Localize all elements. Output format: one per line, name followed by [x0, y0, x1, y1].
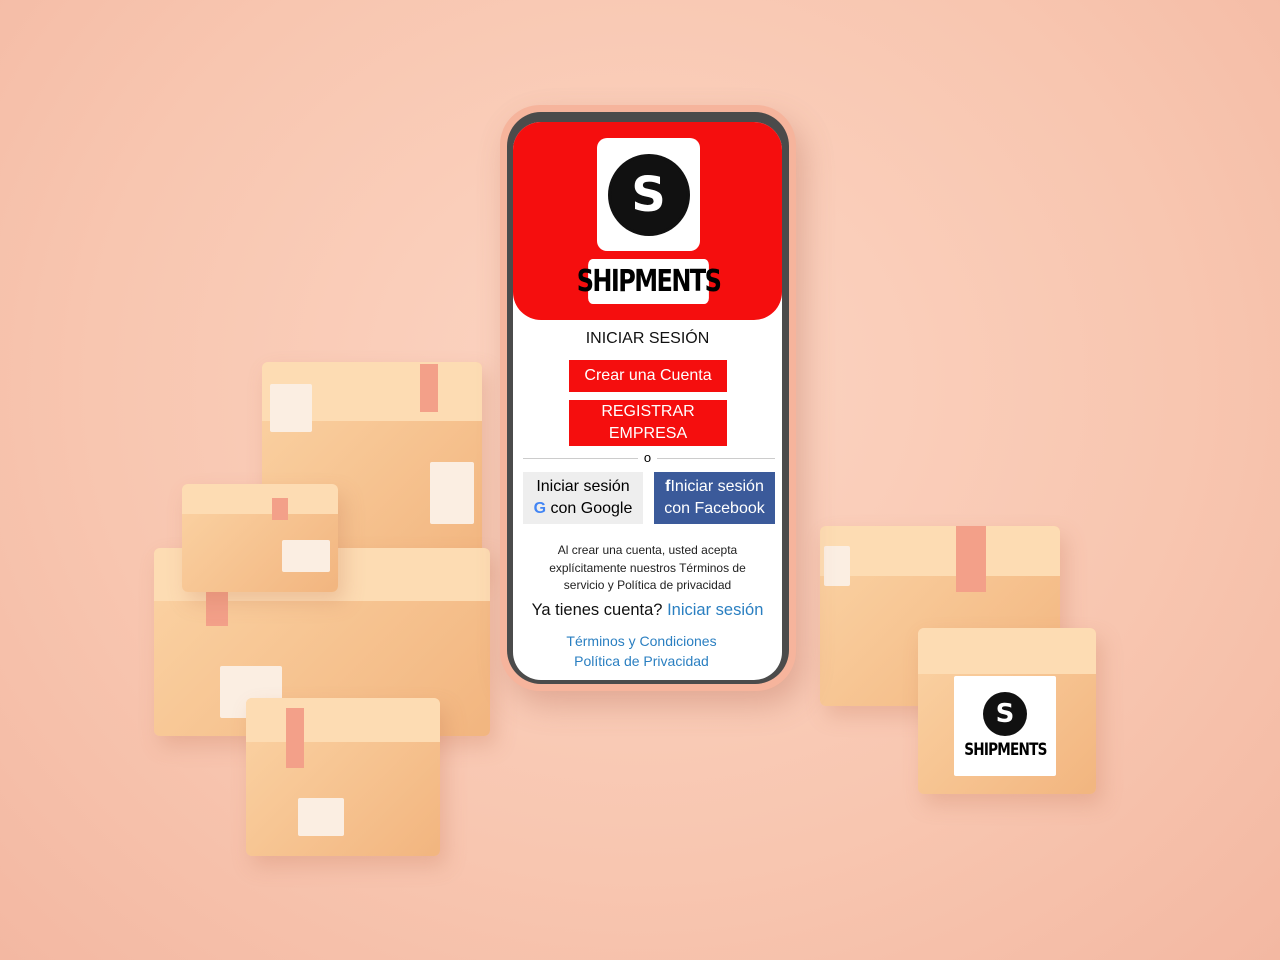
- sign-in-link[interactable]: Iniciar sesión: [667, 601, 763, 619]
- app-logo: S: [597, 138, 700, 251]
- create-account-button[interactable]: Crear una Cuenta: [569, 360, 727, 392]
- shipments-logo-icon: S: [983, 692, 1027, 736]
- privacy-link[interactable]: Política de Privacidad: [513, 653, 776, 669]
- box-front: [246, 698, 440, 856]
- register-line1: REGISTRAR: [601, 403, 695, 420]
- login-title: INICIAR SESIÓN: [585, 330, 710, 347]
- have-account-row: Ya tienes cuenta? Iniciar sesión: [513, 601, 782, 620]
- login-screen: S SHIPMENTS INICIAR SESIÓN Crear una Cue…: [513, 122, 782, 680]
- google-g-icon: G: [533, 500, 547, 517]
- header: S SHIPMENTS: [513, 122, 782, 320]
- facebook-signin-button[interactable]: fIniciar sesión con Facebook: [654, 472, 775, 524]
- have-account-text: Ya tienes cuenta?: [531, 601, 663, 619]
- terms-notice: Al crear una cuenta, usted acepta explíc…: [513, 542, 782, 595]
- divider-right: [657, 458, 775, 459]
- terms-link[interactable]: Términos y Condiciones: [513, 633, 776, 649]
- shipments-label: S SHIPMENTS: [954, 676, 1056, 776]
- google-line2: con Google: [550, 500, 633, 517]
- terms-notice-3: servicio y Política de privacidad: [563, 578, 732, 592]
- box-right-front: S SHIPMENTS: [918, 628, 1096, 794]
- google-signin-button[interactable]: Iniciar sesión G con Google: [523, 472, 643, 524]
- register-company-button[interactable]: REGISTRAR EMPRESA: [569, 400, 727, 446]
- box-left-small: [182, 484, 338, 592]
- brand-name: SHIPMENTS: [577, 259, 722, 304]
- register-line2: EMPRESA: [608, 425, 688, 442]
- terms-notice-2: explícitamente nuestros Términos de: [549, 560, 746, 575]
- google-line1: Iniciar sesión: [536, 478, 630, 495]
- box-brand-text: SHIPMENTS: [963, 740, 1047, 760]
- facebook-line1: Iniciar sesión: [670, 478, 764, 495]
- terms-notice-1: Al crear una cuenta, usted acepta: [557, 543, 738, 557]
- seal-s-icon: S: [610, 156, 687, 233]
- facebook-line2: con Facebook: [664, 500, 765, 517]
